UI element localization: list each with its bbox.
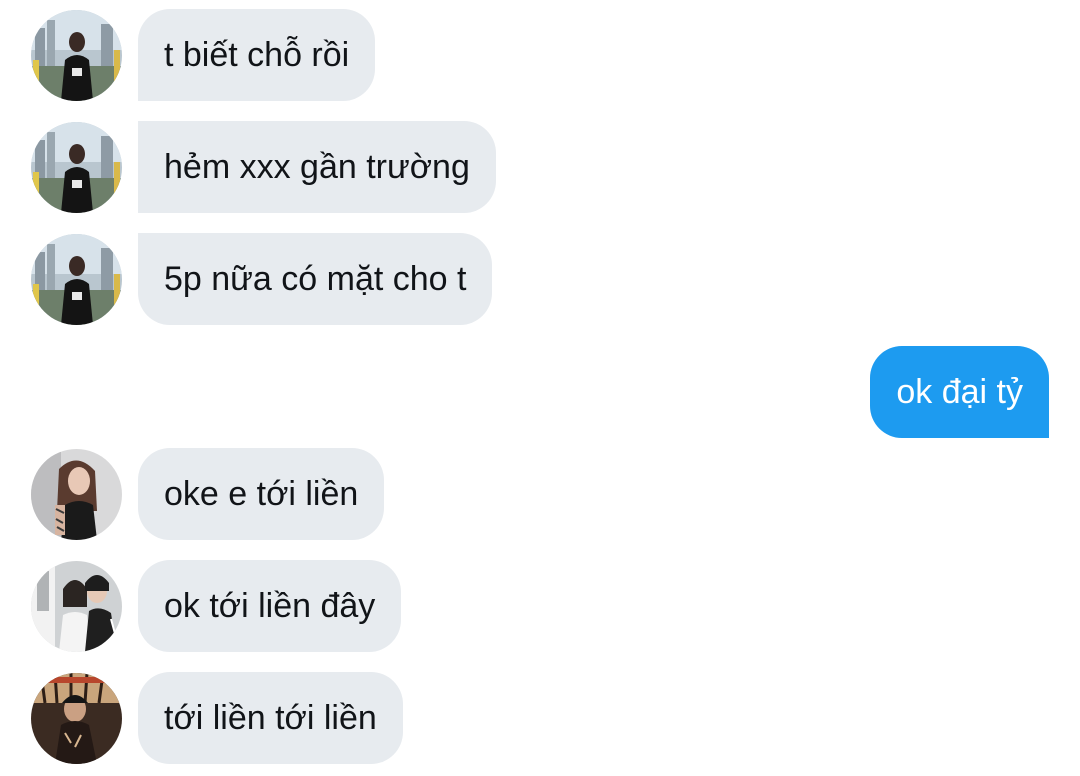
avatar-girl-city-icon[interactable]: [31, 122, 122, 213]
outgoing-message-bubble[interactable]: ok đại tỷ: [870, 346, 1049, 438]
message-bubble[interactable]: t biết chỗ rồi: [138, 9, 376, 101]
message-row: oke e tới liền: [0, 448, 1080, 540]
avatar-guy-beanie-icon[interactable]: [31, 673, 122, 764]
message-bubble[interactable]: tới liền tới liền: [138, 672, 403, 764]
avatar-girl-tattoo-icon[interactable]: [31, 449, 122, 540]
message-row-outgoing: ok đại tỷ: [0, 346, 1080, 438]
message-row: tới liền tới liền: [0, 672, 1080, 764]
message-bubble[interactable]: oke e tới liền: [138, 448, 385, 540]
message-bubble[interactable]: 5p nữa có mặt cho t: [138, 233, 493, 325]
message-row: hẻm xxx gần trường: [0, 121, 1080, 213]
message-row: ok tới liền đây: [0, 560, 1080, 652]
message-row: 5p nữa có mặt cho t: [0, 233, 1080, 325]
avatar-girl-city-icon[interactable]: [31, 234, 122, 325]
avatar-two-girls-icon[interactable]: [31, 561, 122, 652]
avatar-girl-city-icon[interactable]: [31, 10, 122, 101]
message-bubble[interactable]: hẻm xxx gần trường: [138, 121, 496, 213]
chat-thread: t biết chỗ rồi hẻm xxx gần trường 5p nữa…: [0, 0, 1080, 776]
message-row: t biết chỗ rồi: [0, 9, 1080, 101]
message-bubble[interactable]: ok tới liền đây: [138, 560, 402, 652]
